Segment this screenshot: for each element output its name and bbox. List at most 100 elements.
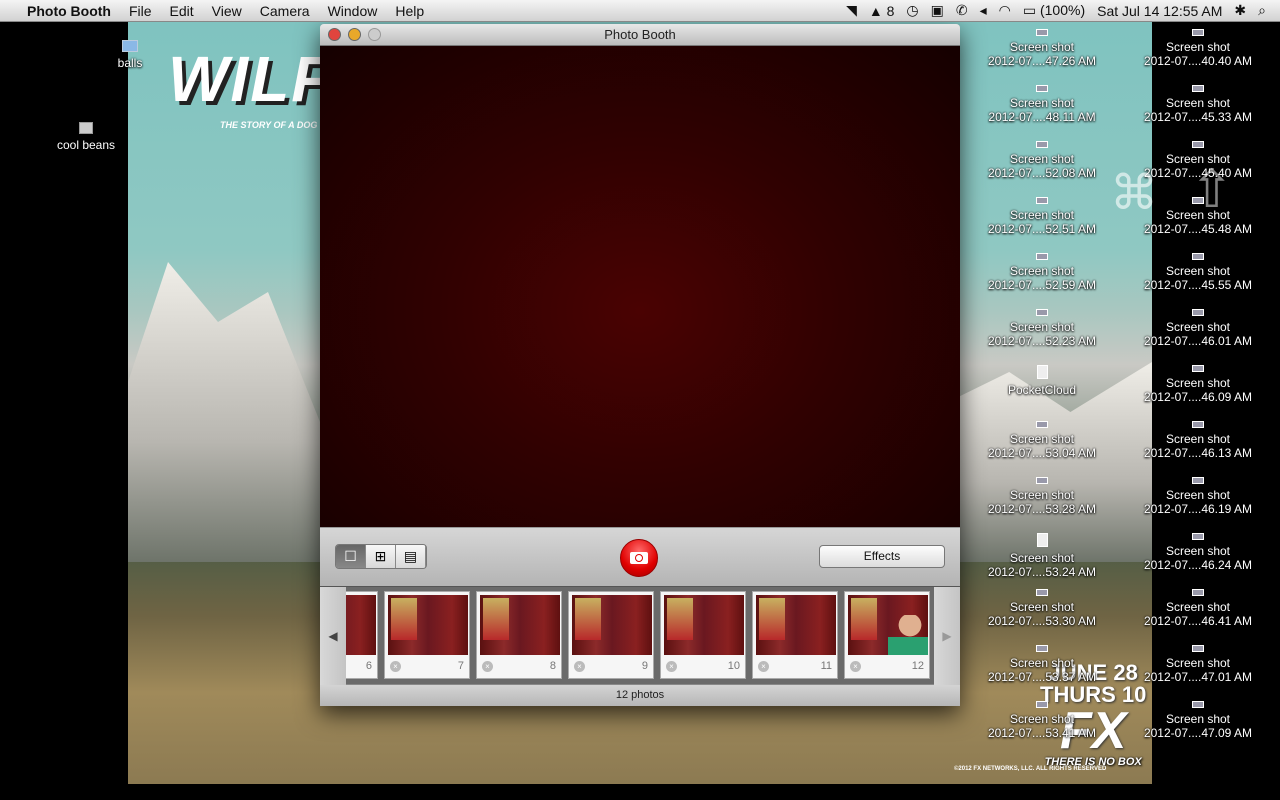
delete-icon[interactable]: × [850,661,861,672]
delete-icon[interactable]: × [390,661,401,672]
desktop-icon[interactable]: Screen shot 2012-07....53.30 AM [967,589,1117,628]
disk-icon [79,122,93,134]
desktop-icon[interactable]: Screen shot 2012-07....40.40 AM [1123,29,1273,68]
thumbnail[interactable]: × 12 [844,591,930,679]
menu-app-name[interactable]: Photo Booth [18,0,120,22]
thumbnail-number: 11 [820,660,832,672]
desktop-icon-name: Screen shot [1165,264,1231,278]
movie-icon[interactable]: ▤ [396,545,426,568]
delete-icon[interactable]: × [482,661,493,672]
delete-icon[interactable]: × [574,661,585,672]
time-machine-icon[interactable]: ◷ [906,2,918,19]
desktop-icon[interactable]: cool beans [11,122,161,152]
title-bar[interactable]: Photo Booth [320,24,960,46]
menu-camera[interactable]: Camera [251,0,319,22]
screenshot-icon [1036,141,1048,148]
adobe-icon[interactable]: ▲ 8 [869,3,895,19]
bluetooth-icon[interactable]: ✱ [1234,2,1246,19]
menu-file[interactable]: File [120,0,161,22]
desktop-icon[interactable]: Screen shot 2012-07....46.19 AM [1123,477,1273,516]
notification-icon[interactable]: ◥ [846,2,857,19]
desktop-icon[interactable]: Screen shot 2012-07....46.09 AM [1123,365,1273,404]
desktop-icon-name: Screen shot [1165,656,1231,670]
phone-icon[interactable]: ✆ [956,2,968,19]
delete-icon[interactable]: × [666,661,677,672]
delete-icon[interactable]: × [758,661,769,672]
clock[interactable]: Sat Jul 14 12:55 AM [1097,3,1222,19]
desktop-icon[interactable]: Screen shot 2012-07....48.11 AM [967,85,1117,124]
clipboard-icon[interactable]: ▣ [931,2,944,19]
thumbnail[interactable]: × 8 [476,591,562,679]
desktop-icon-date: 2012-07....52.51 AM [987,222,1097,236]
poster [759,598,785,640]
thumbnail[interactable]: × 7 [384,591,470,679]
desktop-icon[interactable]: Screen shot 2012-07....46.01 AM [1123,309,1273,348]
desktop-icon[interactable]: Screen shot 2012-07....53.24 AM [967,533,1117,579]
photo-booth-window: Photo Booth ☐ ⊞ ▤ Effects ◀ 6 × 7 × 8 × 9 × 10 × 11 ×… [320,24,960,706]
desktop-icon[interactable]: Screen shot 2012-07....53.28 AM [967,477,1117,516]
scroll-right-arrow-icon[interactable]: ▶ [934,587,960,685]
screenshot-icon [1192,85,1204,92]
desktop-icon-date: 2012-07....52.23 AM [987,334,1097,348]
desktop-icon-name: Screen shot [1009,40,1075,54]
scroll-left-arrow-icon[interactable]: ◀ [320,587,346,685]
desktop-icon-name: Screen shot [1009,152,1075,166]
screenshot-icon [1036,197,1048,204]
menu-window[interactable]: Window [319,0,387,22]
minimize-button[interactable] [348,28,361,41]
four-up-icon[interactable]: ⊞ [366,545,396,568]
zoom-button[interactable] [368,28,381,41]
spotlight-icon[interactable]: ⌕ [1258,2,1266,19]
close-button[interactable] [328,28,341,41]
toolbar: ☐ ⊞ ▤ Effects [320,527,960,586]
take-photo-button[interactable] [620,539,658,577]
photo [346,595,376,655]
volume-icon[interactable]: ◂ [980,2,987,19]
desktop-icon[interactable]: Screen shot 2012-07....46.13 AM [1123,421,1273,460]
camera-icon [630,552,648,564]
photo-count: 12 photos [320,684,960,706]
thumbnail-number: 10 [727,660,740,672]
desktop-icon-date: 2012-07....46.41 AM [1143,614,1253,628]
desktop-icon[interactable]: Screen shot 2012-07....53.37 AM [967,645,1117,684]
wifi-icon[interactable]: ◠ [999,2,1011,19]
screenshot-icon [1036,309,1048,316]
desktop-icon[interactable]: Screen shot 2012-07....53.04 AM [967,421,1117,460]
desktop-icon[interactable]: Screen shot 2012-07....46.41 AM [1123,589,1273,628]
menu-view[interactable]: View [203,0,251,22]
menu-help[interactable]: Help [386,0,433,22]
poster [391,598,417,640]
desktop-icon[interactable]: balls [55,40,205,70]
desktop-icon[interactable]: Screen shot 2012-07....52.59 AM [967,253,1117,292]
desktop-icon[interactable]: Screen shot 2012-07....52.08 AM [967,141,1117,180]
desktop-icon-name: Screen shot [1009,320,1075,334]
desktop-icon[interactable]: Screen shot 2012-07....52.51 AM [967,197,1117,236]
desktop-icon[interactable]: Screen shot 2012-07....47.01 AM [1123,645,1273,684]
desktop-icon-name: Screen shot [1165,376,1231,390]
desktop-icon-label: cool beans [56,138,116,152]
single-photo-icon[interactable]: ☐ [336,545,366,568]
desktop-icon-name: Screen shot [1009,208,1075,222]
battery-icon[interactable]: ▭ (100%) [1023,2,1085,19]
photo [756,595,836,655]
desktop-icon-date: 2012-07....47.09 AM [1143,726,1253,740]
desktop-icon[interactable]: Screen shot 2012-07....53.41 AM [967,701,1117,740]
desktop-icon[interactable]: Screen shot 2012-07....47.09 AM [1123,701,1273,740]
desktop-icon[interactable]: Screen shot 2012-07....45.55 AM [1123,253,1273,292]
photo [572,595,652,655]
person [888,615,928,655]
thumbnail[interactable]: × 9 [568,591,654,679]
thumbnail[interactable]: × 10 [660,591,746,679]
desktop-icon[interactable]: Screen shot 2012-07....46.24 AM [1123,533,1273,572]
thumbnail[interactable]: × 11 [752,591,838,679]
effects-button[interactable]: Effects [819,545,945,568]
desktop-icon[interactable]: Screen shot 2012-07....52.23 AM [967,309,1117,348]
desktop-icon[interactable]: PocketCloud [967,365,1117,397]
desktop-icon-name: Screen shot [1009,712,1075,726]
desktop-icon[interactable]: Screen shot 2012-07....45.33 AM [1123,85,1273,124]
menu-bar: Photo Booth File Edit View Camera Window Help… [0,0,1280,22]
menu-edit[interactable]: Edit [161,0,203,22]
thumbnail[interactable]: 6 [346,591,378,679]
desktop-icon-date: 2012-07....40.40 AM [1143,54,1253,68]
desktop-icon[interactable]: Screen shot 2012-07....47.26 AM [967,29,1117,68]
